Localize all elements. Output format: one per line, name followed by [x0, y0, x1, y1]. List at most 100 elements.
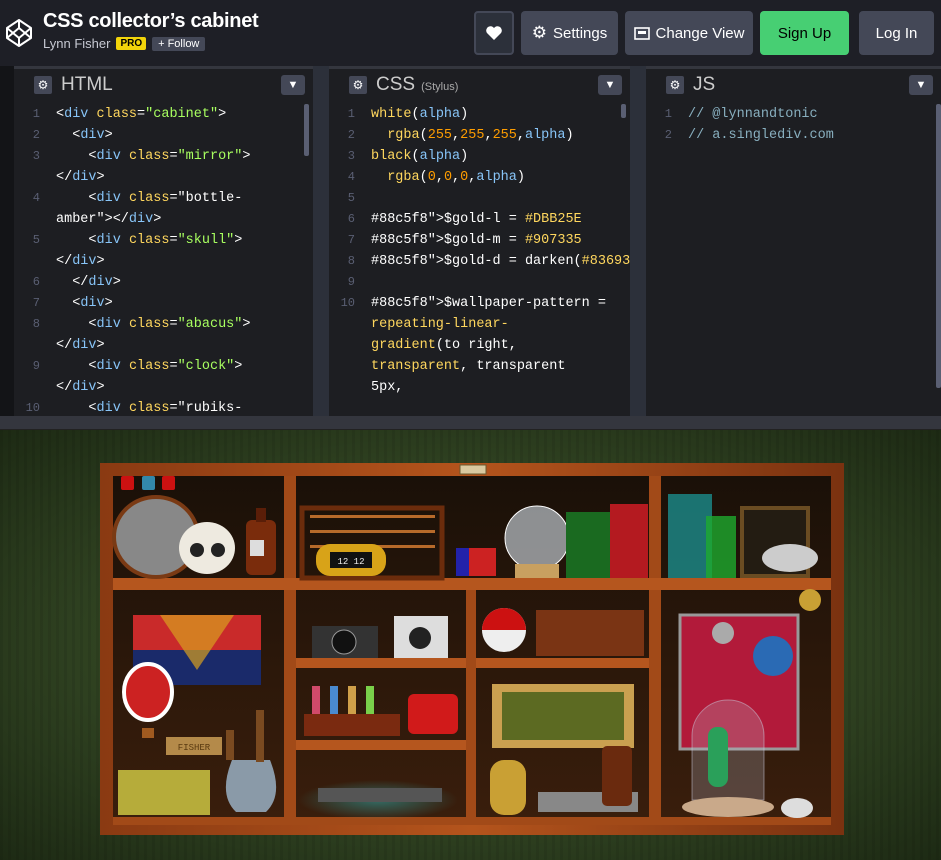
code-text: <div class="skull">: [56, 233, 243, 248]
line-number: [14, 335, 56, 356]
js-settings-icon[interactable]: ⚙: [666, 75, 684, 94]
code-text: repeating-linear-: [371, 317, 509, 332]
code-line: 5 <div class="skull">: [14, 230, 313, 251]
js-code-editor[interactable]: 1 // @lynnandtonic 2 // a.singlediv.com: [646, 100, 941, 146]
code-line: 1 white(alpha): [329, 104, 630, 125]
fisher-plaque: FISHER: [178, 743, 211, 753]
js-panel-header: ⚙ JS ▼: [646, 66, 941, 100]
code-text: #88c5f8">$gold-m = #907335: [371, 233, 582, 248]
line-number: 5: [347, 191, 355, 205]
code-text: <div class="clock">: [56, 359, 243, 374]
code-line: repeating-linear-: [329, 314, 630, 335]
line-number: 4: [347, 170, 355, 184]
code-text: <div>: [56, 128, 113, 143]
follow-button[interactable]: + Follow: [152, 36, 206, 51]
code-line: </div>: [14, 377, 313, 398]
code-line: transparent, transparent: [329, 356, 630, 377]
html-panel: ⚙ HTML ▼ 1 <div class="cabinet"> 2 <div> 3 …: [14, 66, 313, 416]
layout-icon: [633, 26, 650, 40]
html-panel-header: ⚙ HTML ▼: [14, 66, 313, 100]
chevron-down-icon: ▼: [604, 79, 616, 91]
html-settings-icon[interactable]: ⚙: [34, 75, 52, 94]
change-view-label: Change View: [655, 24, 745, 42]
code-text: #88c5f8">$gold-d = darken(#836930,8): [371, 254, 663, 269]
code-line: 8 <div class="abacus">: [14, 314, 313, 335]
css-collapse-button[interactable]: ▼: [598, 75, 622, 95]
js-panel-title: JS: [693, 73, 716, 95]
code-line: gradient(to right,: [329, 335, 630, 356]
css-code-editor[interactable]: 1 white(alpha) 2 rgba(255,255,255,alpha) 3 b…: [329, 100, 663, 398]
code-line: </div>: [14, 167, 313, 188]
code-line: 4 rgba(0,0,0,alpha): [329, 167, 630, 188]
codepen-logo-icon[interactable]: [4, 14, 34, 52]
login-button[interactable]: Log In: [859, 11, 934, 55]
line-number: [329, 356, 371, 377]
code-text: </div>: [56, 275, 121, 290]
code-line: 5: [329, 188, 630, 209]
code-text: rgba(255,255,255,alpha): [387, 128, 574, 143]
html-scrollbar[interactable]: [304, 104, 309, 156]
code-line: 7 <div>: [14, 293, 313, 314]
code-text: </div>: [56, 338, 105, 353]
settings-label: Settings: [553, 24, 608, 42]
code-line: 9: [329, 272, 630, 293]
author-name[interactable]: Lynn Fisher: [43, 36, 110, 51]
line-number: 3: [32, 149, 40, 163]
code-line: 2 // a.singlediv.com: [646, 125, 941, 146]
code-line: </div>: [14, 251, 313, 272]
code-line: 2 rgba(255,255,255,alpha): [329, 125, 630, 146]
code-line: 6 #88c5f8">$gold-l = #DBB25E: [329, 209, 630, 230]
line-number: 5: [32, 233, 40, 247]
code-line: 1 <div class="cabinet">: [14, 104, 313, 125]
code-line: 7 #88c5f8">$gold-m = #907335: [329, 230, 630, 251]
css-panel-header: ⚙ CSS (Stylus) ▼: [329, 66, 630, 100]
html-code-editor[interactable]: 1 <div class="cabinet"> 2 <div> 3 <div clas…: [14, 100, 313, 419]
editor-resize-bar[interactable]: [0, 416, 941, 430]
chevron-down-icon: ▼: [287, 79, 299, 91]
settings-button[interactable]: ⚙ Settings: [521, 11, 618, 55]
line-number: 1: [347, 107, 355, 121]
result-preview: 12 12 FISHER: [0, 430, 941, 860]
code-text: <div class="cabinet">: [56, 107, 227, 122]
code-text: amber"></div>: [56, 212, 162, 227]
editor-area: ⚙ HTML ▼ 1 <div class="cabinet"> 2 <div> 3 …: [0, 66, 941, 416]
line-number: 8: [347, 254, 355, 268]
code-line: 9 <div class="clock">: [14, 356, 313, 377]
line-number: 4: [32, 191, 40, 205]
code-line: </div>: [14, 335, 313, 356]
code-line: 1 // @lynnandtonic: [646, 104, 941, 125]
code-line: 6 </div>: [14, 272, 313, 293]
line-number: 2: [32, 128, 40, 142]
js-collapse-button[interactable]: ▼: [909, 75, 933, 95]
js-scrollbar[interactable]: [936, 104, 941, 388]
code-text: // @lynnandtonic: [688, 107, 818, 122]
code-line: 10 #88c5f8">$wallpaper-pattern =: [329, 293, 630, 314]
code-line: 5px,: [329, 377, 630, 398]
code-text: #88c5f8">$wallpaper-pattern =: [371, 296, 606, 311]
code-text: gradient(to right,: [371, 338, 517, 353]
heart-button[interactable]: [474, 11, 514, 55]
html-panel-title: HTML: [61, 73, 113, 95]
change-view-button[interactable]: Change View: [625, 11, 753, 55]
signup-button[interactable]: Sign Up: [760, 11, 849, 55]
line-number: 2: [664, 128, 672, 142]
css-settings-icon[interactable]: ⚙: [349, 75, 367, 94]
code-text: white(alpha): [371, 107, 469, 122]
code-line: 8 #88c5f8">$gold-d = darken(#836930,8): [329, 251, 663, 272]
code-text: <div class="abacus">: [56, 317, 251, 332]
code-line: amber"></div>: [14, 209, 313, 230]
css-preprocessor-label: (Stylus): [421, 80, 459, 93]
line-number: 2: [347, 128, 355, 142]
pen-title: CSS collector’s cabinet: [43, 10, 259, 32]
code-text: </div>: [56, 380, 105, 395]
line-number: 1: [32, 107, 40, 121]
html-collapse-button[interactable]: ▼: [281, 75, 305, 95]
css-scrollbar[interactable]: [621, 104, 626, 118]
code-line: 4 <div class="bottle-: [14, 188, 313, 209]
code-text: 5px,: [371, 380, 404, 395]
code-text: black(alpha): [371, 149, 469, 164]
panel-resizer[interactable]: [630, 66, 646, 416]
panel-resizer[interactable]: [313, 66, 329, 416]
cabinet-illustration: 12 12 FISHER: [100, 463, 844, 835]
pro-badge: PRO: [116, 37, 147, 50]
